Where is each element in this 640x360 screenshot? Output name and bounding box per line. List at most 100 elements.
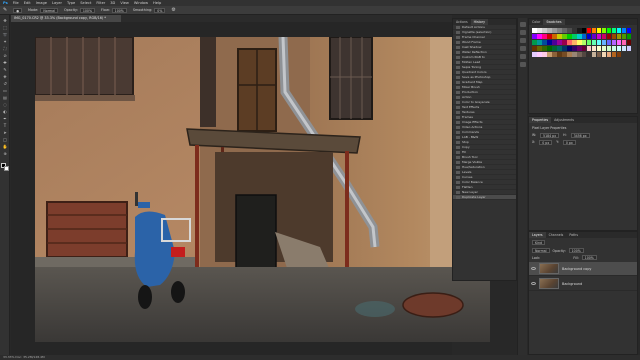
menu-item[interactable]: Layer: [52, 1, 62, 5]
menu-item[interactable]: Image: [36, 1, 47, 5]
color-swatch[interactable]: [596, 46, 602, 51]
color-swatch[interactable]: [591, 28, 597, 33]
menu-item[interactable]: Type: [67, 1, 75, 5]
blur-tool-icon[interactable]: ◌: [2, 102, 8, 107]
color-swatch[interactable]: [626, 28, 632, 33]
color-swatch[interactable]: [552, 52, 557, 57]
marquee-tool-icon[interactable]: ⬚: [2, 25, 8, 30]
color-swatch[interactable]: [591, 34, 597, 39]
crop-tool-icon[interactable]: ⛶: [2, 46, 8, 51]
eraser-tool-icon[interactable]: ▭: [2, 88, 8, 93]
color-swatch[interactable]: [601, 52, 607, 57]
brush-preset-picker[interactable]: ●: [13, 7, 22, 13]
color-swatch[interactable]: [557, 46, 562, 51]
color-swatch[interactable]: [626, 34, 632, 39]
color-swatch[interactable]: [616, 40, 622, 45]
color-swatch[interactable]: [532, 34, 537, 39]
color-swatch[interactable]: [547, 46, 552, 51]
hand-tool-icon[interactable]: ✋: [2, 144, 8, 149]
document-tab[interactable]: IMG_0170.CR2 @ 33.3% (Background copy, R…: [11, 15, 121, 22]
mode-select[interactable]: Normal: [40, 7, 58, 13]
history-panel-icon[interactable]: [520, 22, 526, 27]
brush-panel-icon[interactable]: [520, 38, 526, 43]
color-swatch[interactable]: [562, 40, 567, 45]
color-swatch[interactable]: [532, 46, 537, 51]
menu-item[interactable]: Edit: [24, 1, 31, 5]
panel-tab[interactable]: Swatches: [543, 19, 565, 25]
color-swatch[interactable]: [552, 40, 557, 45]
color-swatch[interactable]: [581, 40, 587, 45]
color-swatch[interactable]: [557, 52, 562, 57]
color-swatch[interactable]: [611, 28, 617, 33]
paragraph-panel-icon[interactable]: [520, 54, 526, 59]
color-swatch[interactable]: [586, 46, 592, 51]
color-swatch[interactable]: [532, 52, 537, 57]
color-swatch[interactable]: [576, 46, 582, 51]
color-swatch[interactable]: [537, 52, 542, 57]
color-swatch[interactable]: [557, 28, 562, 33]
color-swatch[interactable]: [626, 40, 632, 45]
color-swatch[interactable]: [591, 40, 597, 45]
panel-tab[interactable]: Properties: [529, 117, 552, 123]
color-swatch[interactable]: [571, 52, 577, 57]
opacity-control[interactable]: Opacity: 100%: [64, 7, 95, 13]
color-swatch[interactable]: [532, 28, 537, 33]
color-swatch[interactable]: [562, 34, 567, 39]
color-swatch[interactable]: [566, 46, 572, 51]
document-image[interactable]: [35, 37, 490, 342]
color-swatch[interactable]: [537, 46, 542, 51]
color-swatch[interactable]: [601, 34, 607, 39]
color-swatch[interactable]: [616, 34, 622, 39]
color-swatch[interactable]: [537, 40, 542, 45]
color-swatch[interactable]: [542, 52, 547, 57]
color-swatch[interactable]: [581, 34, 587, 39]
color-swatch[interactable]: [576, 52, 582, 57]
layer-fill-field[interactable]: 100%: [581, 255, 597, 260]
color-swatch[interactable]: [586, 40, 592, 45]
info-panel-icon[interactable]: [520, 62, 526, 67]
color-swatch[interactable]: [537, 28, 542, 33]
path-selection-tool-icon[interactable]: ➤: [2, 130, 8, 135]
menu-item[interactable]: Select: [80, 1, 91, 5]
color-swatch[interactable]: [566, 34, 572, 39]
layer-row[interactable]: Background copy: [529, 262, 637, 276]
color-swatch[interactable]: [542, 34, 547, 39]
history-brush-tool-icon[interactable]: ↺: [2, 81, 8, 86]
color-swatch[interactable]: [601, 46, 607, 51]
color-swatch[interactable]: [611, 46, 617, 51]
visibility-eye-icon[interactable]: [531, 282, 536, 285]
color-swatch[interactable]: [576, 28, 582, 33]
smoothing-field[interactable]: 0%: [154, 7, 166, 13]
color-swatch[interactable]: [542, 40, 547, 45]
color-swatch[interactable]: [566, 40, 572, 45]
color-swatch[interactable]: [621, 28, 627, 33]
menu-item[interactable]: Window: [134, 1, 148, 5]
color-swatch[interactable]: [586, 52, 592, 57]
properties-panel-icon[interactable]: [520, 30, 526, 35]
move-tool-icon[interactable]: ✥: [2, 18, 8, 23]
color-swatch[interactable]: [542, 46, 547, 51]
color-swatch[interactable]: [576, 40, 582, 45]
healing-brush-tool-icon[interactable]: ✚: [2, 60, 8, 65]
menu-item[interactable]: View: [120, 1, 129, 5]
history-item[interactable]: Duplicate Layer: [453, 195, 516, 200]
color-swatch[interactable]: [571, 40, 577, 45]
pen-tool-icon[interactable]: ✒: [2, 116, 8, 121]
color-swatch[interactable]: [616, 28, 622, 33]
color-swatch[interactable]: [596, 40, 602, 45]
character-panel-icon[interactable]: [520, 46, 526, 51]
color-swatch[interactable]: [571, 28, 577, 33]
panel-tab[interactable]: Color: [529, 19, 543, 25]
color-swatch[interactable]: [616, 52, 622, 57]
color-swatch[interactable]: [606, 52, 612, 57]
dodge-tool-icon[interactable]: ◐: [2, 109, 8, 114]
color-swatch[interactable]: [552, 34, 557, 39]
color-swatch[interactable]: [606, 40, 612, 45]
color-swatch[interactable]: [591, 46, 597, 51]
gradient-tool-icon[interactable]: ▤: [2, 95, 8, 100]
color-swatch[interactable]: [616, 46, 622, 51]
color-swatch[interactable]: [552, 28, 557, 33]
color-swatch[interactable]: [596, 28, 602, 33]
background-color-swatch[interactable]: [4, 166, 9, 171]
color-swatch[interactable]: [586, 34, 592, 39]
